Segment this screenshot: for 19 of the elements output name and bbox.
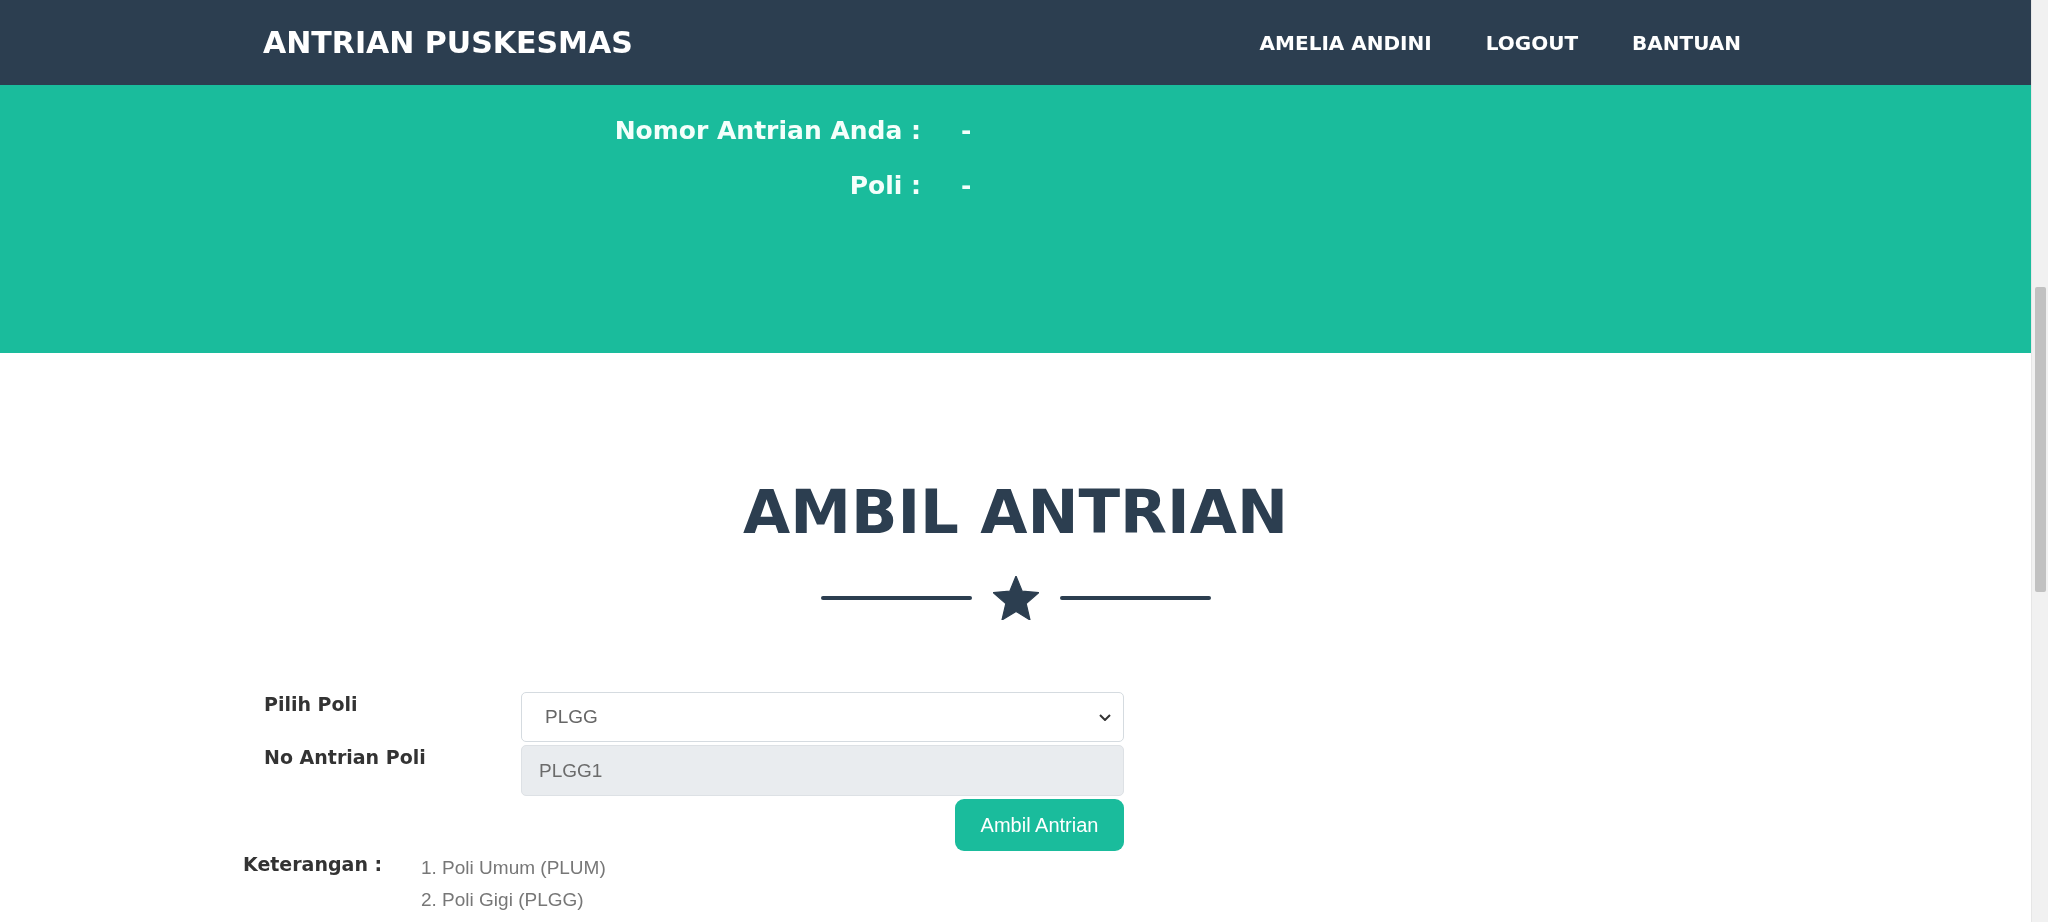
- notes-item: 2. Poli Gigi (PLGG): [421, 888, 584, 912]
- nav-link[interactable]: BANTUAN: [1605, 30, 1768, 55]
- queue-info-label: Poli :: [849, 171, 921, 201]
- poli-select[interactable]: PLGG: [521, 692, 1124, 742]
- section-title: AMBIL ANTRIAN: [743, 476, 1288, 548]
- queue-info-label: Nomor Antrian Anda :: [614, 116, 921, 146]
- field-label: Pilih Poli: [264, 692, 359, 716]
- queue-info-value: -: [961, 171, 972, 201]
- chevron-down-icon: [1099, 713, 1111, 721]
- notes-label: Keterangan :: [243, 852, 383, 876]
- nav-link[interactable]: AMELIA ANDINI: [1232, 30, 1459, 55]
- nav-link[interactable]: LOGOUT: [1458, 30, 1606, 55]
- field-label: No Antrian Poli: [264, 745, 427, 769]
- scrollbar-thumb[interactable]: [2034, 287, 2046, 592]
- app-title: ANTRIAN PUSKESMAS: [263, 25, 633, 60]
- star-icon: [992, 576, 1039, 620]
- queue-number-field[interactable]: PLGG1: [521, 745, 1124, 796]
- notes-item: 1. Poli Umum (PLUM): [421, 856, 606, 880]
- queue-info-value: -: [961, 116, 972, 146]
